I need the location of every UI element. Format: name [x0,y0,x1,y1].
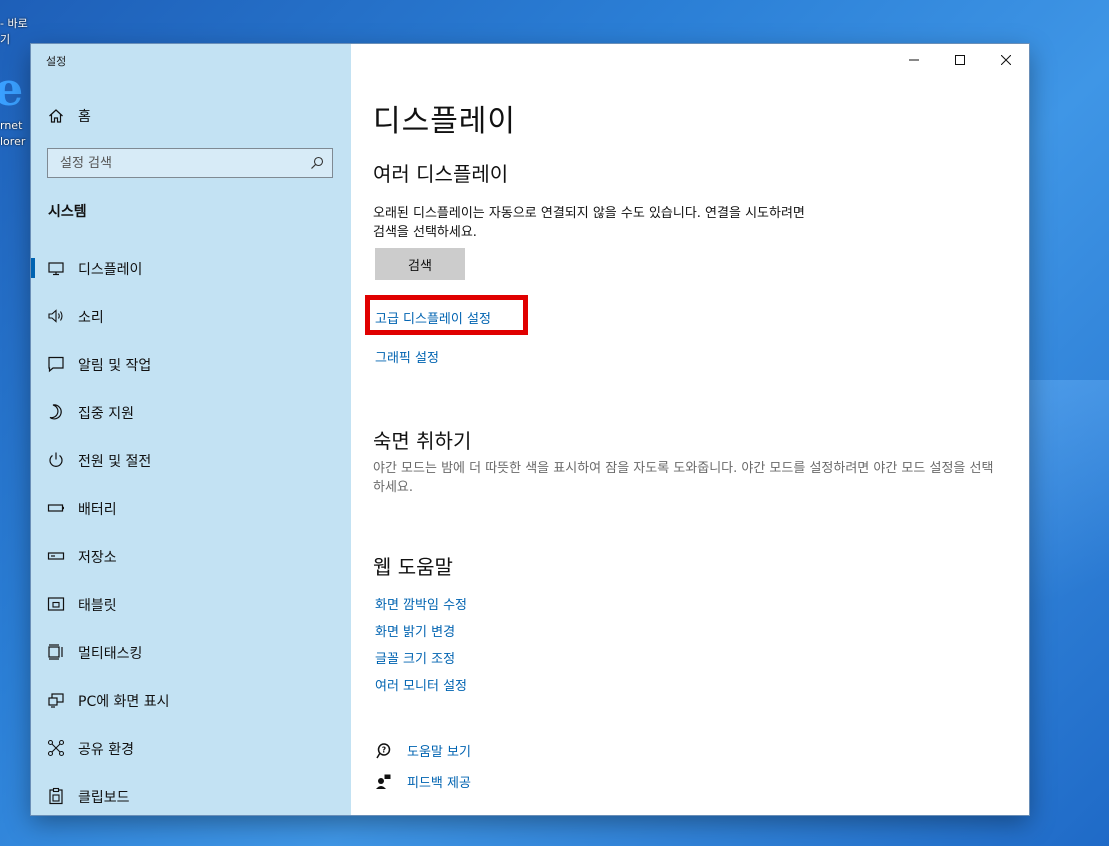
sidebar-item-shared-experiences[interactable]: 공유 환경 [31,724,351,772]
shared-experiences-icon [47,739,65,757]
home-icon [49,109,63,123]
ie-caption-line1: rnet [0,119,23,132]
settings-window: 설정 홈 시스템 디스플레이 [31,44,1029,815]
sidebar-item-display[interactable]: 디스플레이 [31,244,351,292]
speaker-icon [48,309,63,323]
ie-caption-line2: lorer [0,135,26,148]
web-help-heading: 웹 도움말 [373,555,453,579]
sidebar-item-label: 배터리 [78,502,117,518]
multi-display-description: 오래된 디스플레이는 자동으로 연결되지 않을 수도 있습니다. 연결을 시도하… [373,206,805,240]
get-help-label: 도움말 보기 [407,745,471,760]
graphics-settings-link[interactable]: 그래픽 설정 [375,347,439,366]
multitasking-icon [48,644,63,660]
ie-desktop-caption[interactable]: rnet lorer [0,118,25,150]
advanced-display-settings-link[interactable]: 고급 디스플레이 설정 [375,308,491,327]
internet-explorer-logo-icon: e [0,62,24,116]
sidebar-item-multitasking[interactable]: 멀티태스킹 [31,628,351,676]
sidebar-item-label: PC에 화면 표시 [78,694,170,710]
active-indicator [31,258,35,278]
home-label: 홈 [78,109,91,125]
get-help-link[interactable]: ? 도움말 보기 [375,741,471,760]
feedback-person-icon [376,774,391,789]
close-icon [1001,55,1011,65]
sidebar-item-label: 멀티태스킹 [78,646,143,662]
search-input[interactable] [48,149,310,177]
sidebar-item-label: 디스플레이 [78,262,143,278]
app-title: 설정 [46,55,67,68]
sidebar-item-power-sleep[interactable]: 전원 및 절전 [31,436,351,484]
sidebar-item-label: 저장소 [78,550,117,566]
sidebar-item-project-to-pc[interactable]: PC에 화면 표시 [31,676,351,724]
sidebar-item-label: 소리 [78,310,104,326]
close-button[interactable] [983,44,1029,76]
project-icon [48,693,64,708]
help-chat-icon: ? [376,742,391,758]
maximize-button[interactable] [937,44,983,76]
minimize-button[interactable] [891,44,937,76]
give-feedback-label: 피드백 제공 [407,776,471,791]
internet-explorer-desktop-icon[interactable]: e [0,66,24,112]
sidebar-item-storage[interactable]: 저장소 [31,532,351,580]
monitor-icon [48,262,64,276]
sidebar-item-label: 전원 및 절전 [78,454,152,470]
sidebar-item-label: 집중 지원 [78,406,134,422]
multi-display-heading: 여러 디스플레이 [373,162,509,186]
power-icon [49,452,63,467]
desktop-shortcut-caption-line2: 기 [0,33,11,46]
desktop-shortcut-caption[interactable]: - 바로 기 [0,16,28,48]
sidebar-item-label: 태블릿 [78,598,117,614]
sidebar-item-focus-assist[interactable]: 집중 지원 [31,388,351,436]
sidebar-item-label: 클립보드 [78,790,130,806]
web-help-link-flicker[interactable]: 화면 깜박임 수정 [375,594,467,613]
desktop-shortcut-caption-line1: - 바로 [0,17,28,30]
sidebar-item-label: 공유 환경 [78,742,134,758]
sidebar-item-battery[interactable]: 배터리 [31,484,351,532]
sidebar: 설정 홈 시스템 디스플레이 [31,44,351,815]
sidebar-item-tablet[interactable]: 태블릿 [31,580,351,628]
page-title: 디스플레이 [373,104,516,139]
sleep-better-description: 야간 모드는 밤에 더 따뜻한 색을 표시하여 잠을 자도록 도와줍니다. 야간… [373,461,994,495]
desktop-wallpaper-glow [1019,380,1109,680]
sidebar-home[interactable]: 홈 [48,104,91,128]
sidebar-item-label: 알림 및 작업 [78,358,152,374]
search-icon[interactable] [310,156,324,170]
moon-icon [49,404,62,420]
sidebar-item-notifications[interactable]: 알림 및 작업 [31,340,351,388]
sidebar-item-sound[interactable]: 소리 [31,292,351,340]
notification-icon [48,356,64,373]
maximize-icon [955,55,965,65]
battery-icon [47,504,64,512]
svg-text:?: ? [382,745,386,754]
web-help-link-multi-monitor[interactable]: 여러 모니터 설정 [375,675,467,694]
minimize-icon [909,59,919,61]
settings-search-box[interactable] [47,148,333,178]
storage-icon [47,552,65,560]
sleep-better-heading: 숙면 취하기 [373,429,472,453]
give-feedback-link[interactable]: 피드백 제공 [375,772,471,791]
tablet-icon [47,597,65,611]
sidebar-item-clipboard[interactable]: 클립보드 [31,772,351,820]
clipboard-icon [49,787,63,805]
detect-button[interactable]: 검색 [375,248,465,280]
main-content: 디스플레이 여러 디스플레이 오래된 디스플레이는 자동으로 연결되지 않을 수… [351,44,1029,815]
section-title: 시스템 [48,204,87,220]
web-help-link-brightness[interactable]: 화면 밝기 변경 [375,621,455,640]
web-help-link-font-size[interactable]: 글꼴 크기 조정 [375,648,455,667]
